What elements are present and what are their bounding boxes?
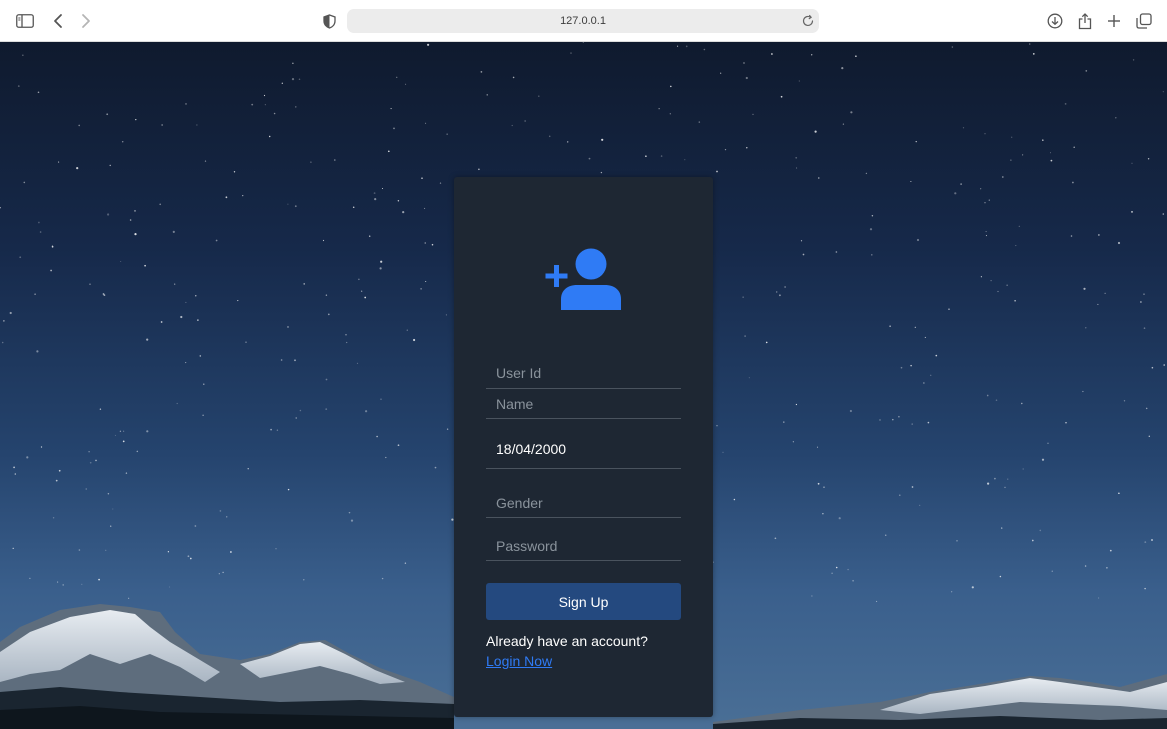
password-field: [486, 531, 681, 561]
gender-input[interactable]: [486, 488, 681, 517]
shield-icon[interactable]: [318, 10, 340, 32]
url-text: 127.0.0.1: [560, 15, 606, 27]
name-field: [486, 389, 681, 419]
forward-arrow-icon[interactable]: [75, 10, 97, 32]
browser-toolbar: 127.0.0.1: [0, 0, 1167, 42]
user-id-field: [486, 358, 681, 389]
date-of-birth-field: [486, 429, 681, 469]
plus-icon[interactable]: [1103, 10, 1125, 32]
sidebar-icon[interactable]: [14, 10, 36, 32]
back-arrow-icon[interactable]: [47, 10, 69, 32]
already-account-text: Already have an account?: [486, 633, 648, 649]
share-icon[interactable]: [1074, 10, 1096, 32]
name-input[interactable]: [486, 389, 681, 418]
reload-icon[interactable]: [801, 14, 815, 28]
signup-card: Sign Up Already have an account? Login N…: [454, 177, 713, 717]
user-plus-icon: [544, 247, 624, 311]
login-now-link[interactable]: Login Now: [486, 653, 552, 669]
tab-overview-icon[interactable]: [1133, 10, 1155, 32]
date-of-birth-input[interactable]: [486, 429, 681, 468]
page-background: Sign Up Already have an account? Login N…: [0, 42, 1167, 729]
user-id-input[interactable]: [486, 358, 681, 388]
sign-up-button[interactable]: Sign Up: [486, 583, 681, 620]
address-bar[interactable]: 127.0.0.1: [347, 9, 819, 33]
download-icon[interactable]: [1044, 10, 1066, 32]
password-input[interactable]: [486, 531, 681, 560]
gender-field: [486, 488, 681, 518]
login-prompt: Already have an account? Login Now: [486, 631, 686, 671]
